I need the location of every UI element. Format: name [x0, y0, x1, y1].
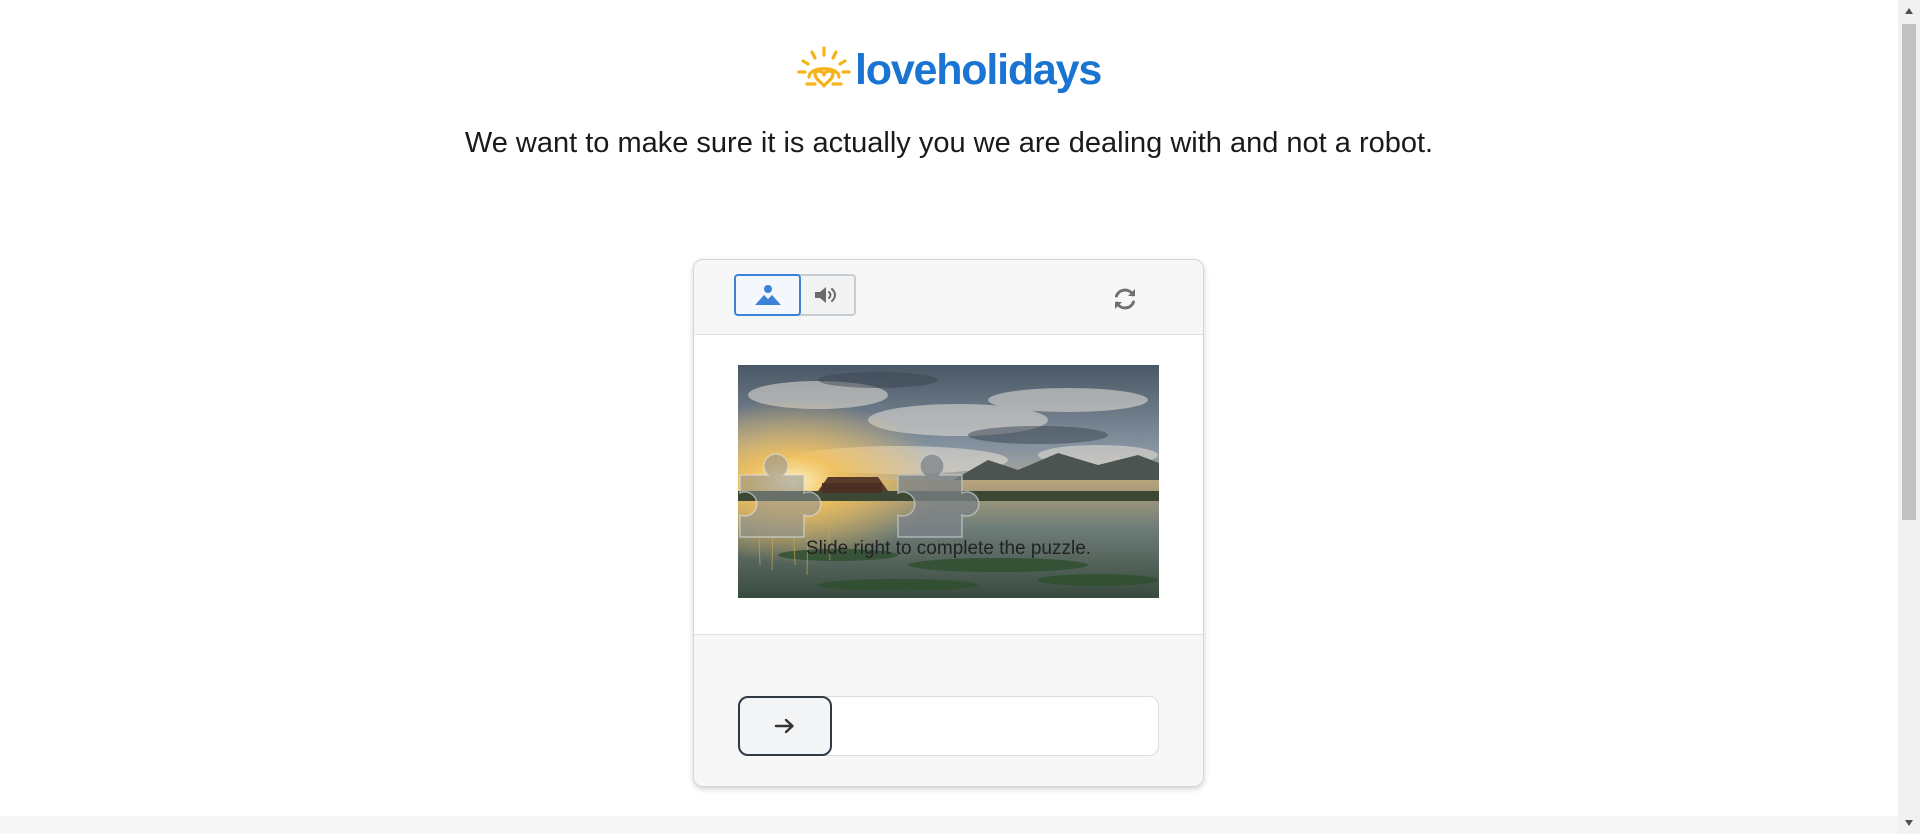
captcha-widget: Slide right to complete the puzzle. — [693, 259, 1204, 787]
refresh-button[interactable] — [1109, 283, 1141, 315]
image-icon — [754, 285, 781, 305]
brand-wordmark: loveholidays — [855, 46, 1102, 94]
vertical-scrollbar[interactable] — [1898, 0, 1920, 834]
image-challenge-button[interactable] — [734, 274, 801, 316]
arrow-right-icon — [774, 718, 794, 734]
scroll-up-icon — [1905, 8, 1913, 14]
brand-logo: loveholidays — [797, 44, 1102, 96]
page-headline: We want to make sure it is actually you … — [464, 127, 1434, 159]
scroll-down-button[interactable] — [1898, 812, 1920, 834]
scroll-down-icon — [1905, 820, 1913, 826]
refresh-icon — [1115, 288, 1135, 310]
speaker-icon — [815, 287, 836, 303]
puzzle-image — [738, 365, 1159, 598]
page-bottom-strip — [0, 816, 1898, 834]
slider-handle[interactable] — [738, 696, 832, 756]
scrollbar-thumb[interactable] — [1902, 24, 1916, 520]
sun-heart-icon — [797, 46, 851, 88]
slider-instruction: Slide right to complete the puzzle. — [805, 538, 1092, 559]
captcha-body — [694, 335, 1203, 635]
captcha-page: loveholidays We want to make sure it is … — [0, 0, 1898, 834]
scroll-up-button[interactable] — [1898, 0, 1920, 22]
audio-challenge-button[interactable] — [798, 274, 856, 316]
captcha-header — [694, 260, 1203, 335]
